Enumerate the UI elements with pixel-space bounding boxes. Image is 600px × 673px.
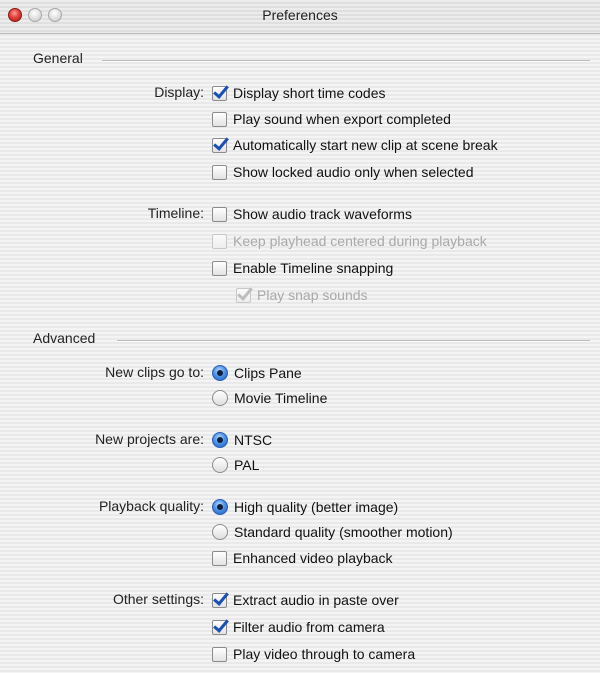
standard-quality-radio[interactable]: [212, 524, 228, 540]
high-quality-radio[interactable]: [212, 499, 228, 515]
keep-playhead-centered-option: Keep playhead centered during playback: [212, 232, 487, 250]
advanced-section-heading: Advanced: [33, 330, 96, 346]
high-quality-option[interactable]: High quality (better image): [212, 498, 398, 516]
play-snap-sounds-checkbox: [236, 287, 251, 303]
window-title: Preferences: [262, 7, 338, 23]
new-clips-label: New clips go to:: [105, 364, 204, 380]
preferences-window: Preferences General Display: Display sho…: [0, 0, 600, 673]
other-settings-label: Other settings:: [112, 591, 204, 607]
show-audio-waveforms-option[interactable]: Show audio track waveforms: [212, 205, 412, 223]
new-projects-label: New projects are:: [95, 431, 204, 447]
show-locked-audio-checkbox[interactable]: [212, 164, 227, 180]
display-short-time-codes-option[interactable]: Display short time codes: [212, 84, 386, 102]
standard-quality-option[interactable]: Standard quality (smoother motion): [212, 523, 453, 541]
play-video-to-camera-option[interactable]: Play video through to camera: [212, 645, 415, 663]
general-section-divider: [102, 60, 590, 62]
keep-playhead-centered-checkbox: [212, 233, 227, 249]
general-section-heading: General: [33, 50, 83, 66]
auto-new-clip-checkbox[interactable]: [212, 137, 227, 153]
display-short-time-codes-checkbox[interactable]: [212, 85, 227, 101]
enable-timeline-snapping-option[interactable]: Enable Timeline snapping: [212, 259, 393, 277]
pal-option[interactable]: PAL: [212, 456, 259, 474]
auto-new-clip-option[interactable]: Automatically start new clip at scene br…: [212, 136, 498, 154]
enhanced-video-playback-checkbox[interactable]: [212, 550, 227, 566]
movie-timeline-radio[interactable]: [212, 390, 228, 406]
enhanced-video-playback-option[interactable]: Enhanced video playback: [212, 549, 393, 567]
clips-pane-option[interactable]: Clips Pane: [212, 364, 302, 382]
title-bar[interactable]: Preferences: [0, 0, 600, 34]
ntsc-radio[interactable]: [212, 432, 228, 448]
play-snap-sounds-option: Play snap sounds: [236, 286, 368, 304]
clips-pane-radio[interactable]: [212, 365, 228, 381]
show-locked-audio-option[interactable]: Show locked audio only when selected: [212, 163, 474, 181]
show-audio-waveforms-checkbox[interactable]: [212, 206, 227, 222]
play-sound-export-option[interactable]: Play sound when export completed: [212, 110, 451, 128]
pal-radio[interactable]: [212, 457, 228, 473]
extract-audio-paste-over-checkbox[interactable]: [212, 592, 227, 608]
play-video-to-camera-checkbox[interactable]: [212, 646, 227, 662]
timeline-label: Timeline:: [147, 205, 204, 221]
extract-audio-paste-over-option[interactable]: Extract audio in paste over: [212, 591, 399, 609]
enable-timeline-snapping-checkbox[interactable]: [212, 260, 227, 276]
playback-quality-label: Playback quality:: [98, 498, 204, 514]
play-sound-export-checkbox[interactable]: [212, 111, 227, 127]
display-label: Display:: [154, 84, 204, 100]
movie-timeline-option[interactable]: Movie Timeline: [212, 389, 327, 407]
filter-audio-camera-checkbox[interactable]: [212, 619, 227, 635]
advanced-section-divider: [117, 340, 590, 342]
filter-audio-camera-option[interactable]: Filter audio from camera: [212, 618, 385, 636]
ntsc-option[interactable]: NTSC: [212, 431, 272, 449]
